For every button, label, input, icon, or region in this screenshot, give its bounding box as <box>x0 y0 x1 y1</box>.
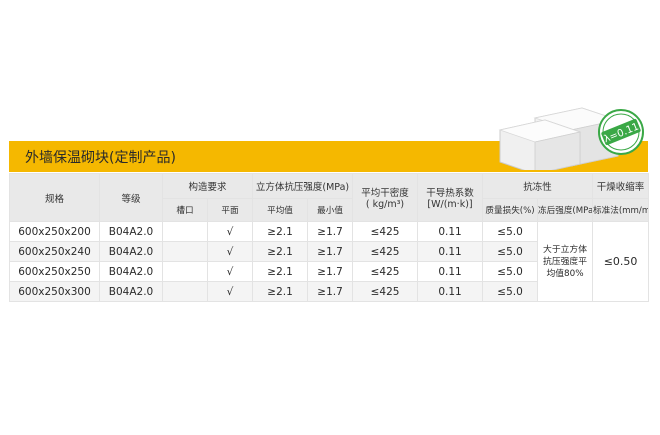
table-row: 600x250x200 B04A2.0 √ ≥2.1 ≥1.7 ≤425 0.1… <box>9 221 650 302</box>
cell-conductivity: 0.11 <box>417 281 484 302</box>
cell-mass-loss: ≤5.0 <box>482 281 539 302</box>
cell-post-freeze: 大于立方体 抗压强度平 均值80% <box>537 221 594 302</box>
post-freeze-line3: 均值80% <box>546 268 584 279</box>
header-conductivity-line2: [W/(m·k)] <box>427 199 473 210</box>
header-flat: 平面 <box>206 198 254 222</box>
cell-shrinkage: ≤0.50 <box>592 221 650 302</box>
header-shrinkage: 干燥收缩率 <box>592 173 650 199</box>
cell-spec: 600x250x200 <box>9 221 100 242</box>
cell-grade: B04A2.0 <box>99 261 163 282</box>
cell-avg: ≥2.1 <box>252 261 309 282</box>
header-structure: 构造要求 <box>161 173 254 199</box>
cell-flat: √ <box>206 261 254 282</box>
cell-flat: √ <box>206 221 254 242</box>
cell-grade: B04A2.0 <box>99 281 163 302</box>
cell-flat: √ <box>206 241 254 262</box>
cell-mass-loss: ≤5.0 <box>482 261 539 282</box>
cell-groove <box>162 241 208 262</box>
cell-avg: ≥2.1 <box>252 221 309 242</box>
spec-table: 规格 等级 构造要求 立方体抗压强度(MPa) 平均干密度 ( kg/m³) 干… <box>9 173 650 302</box>
cell-groove <box>162 281 208 302</box>
header-density-line2: ( kg/m³) <box>365 199 405 210</box>
cell-min: ≥1.7 <box>307 221 354 242</box>
lambda-badge-icon: λ=0.11 <box>598 109 644 155</box>
header-density-line1: 平均干密度 <box>361 188 409 199</box>
header-spec: 规格 <box>9 173 100 222</box>
cell-grade: B04A2.0 <box>99 221 163 242</box>
header-mass-loss: 质量损失(%) <box>482 198 539 222</box>
cell-density: ≤425 <box>352 281 419 302</box>
cell-conductivity: 0.11 <box>417 221 484 242</box>
cell-mass-loss: ≤5.0 <box>482 221 539 242</box>
header-frost: 抗冻性 <box>482 173 594 199</box>
header-conductivity: 干导热系数 [W/(m·k)] <box>417 173 484 222</box>
table-title: 外墙保温砌块(定制产品) <box>25 150 176 166</box>
header-avg: 平均值 <box>252 198 309 222</box>
cell-min: ≥1.7 <box>307 241 354 262</box>
header-strength: 立方体抗压强度(MPa) <box>252 173 354 199</box>
cell-grade: B04A2.0 <box>99 241 163 262</box>
post-freeze-line1: 大于立方体 <box>543 244 588 255</box>
block-product-image: λ=0.11 <box>498 107 644 170</box>
cell-spec: 600x250x250 <box>9 261 100 282</box>
cell-spec: 600x250x240 <box>9 241 100 262</box>
cell-min: ≥1.7 <box>307 261 354 282</box>
header-min: 最小值 <box>307 198 354 222</box>
cell-flat: √ <box>206 281 254 302</box>
cell-density: ≤425 <box>352 221 419 242</box>
cell-conductivity: 0.11 <box>417 261 484 282</box>
cell-spec: 600x250x300 <box>9 281 100 302</box>
cell-min: ≥1.7 <box>307 281 354 302</box>
cell-avg: ≥2.1 <box>252 241 309 262</box>
post-freeze-line2: 抗压强度平 <box>543 256 588 267</box>
header-standard: 标准法(mm/m) <box>592 198 650 222</box>
cell-density: ≤425 <box>352 241 419 262</box>
cell-conductivity: 0.11 <box>417 241 484 262</box>
header-post-freeze: 冻后强度(MPa) <box>537 198 594 222</box>
cell-groove <box>162 261 208 282</box>
header-conductivity-line1: 干导热系数 <box>426 188 474 199</box>
header-grade: 等级 <box>99 173 163 222</box>
cell-mass-loss: ≤5.0 <box>482 241 539 262</box>
cell-avg: ≥2.1 <box>252 281 309 302</box>
header-groove: 槽口 <box>162 198 208 222</box>
header-density: 平均干密度 ( kg/m³) <box>352 173 419 222</box>
cell-groove <box>162 221 208 242</box>
cell-density: ≤425 <box>352 261 419 282</box>
